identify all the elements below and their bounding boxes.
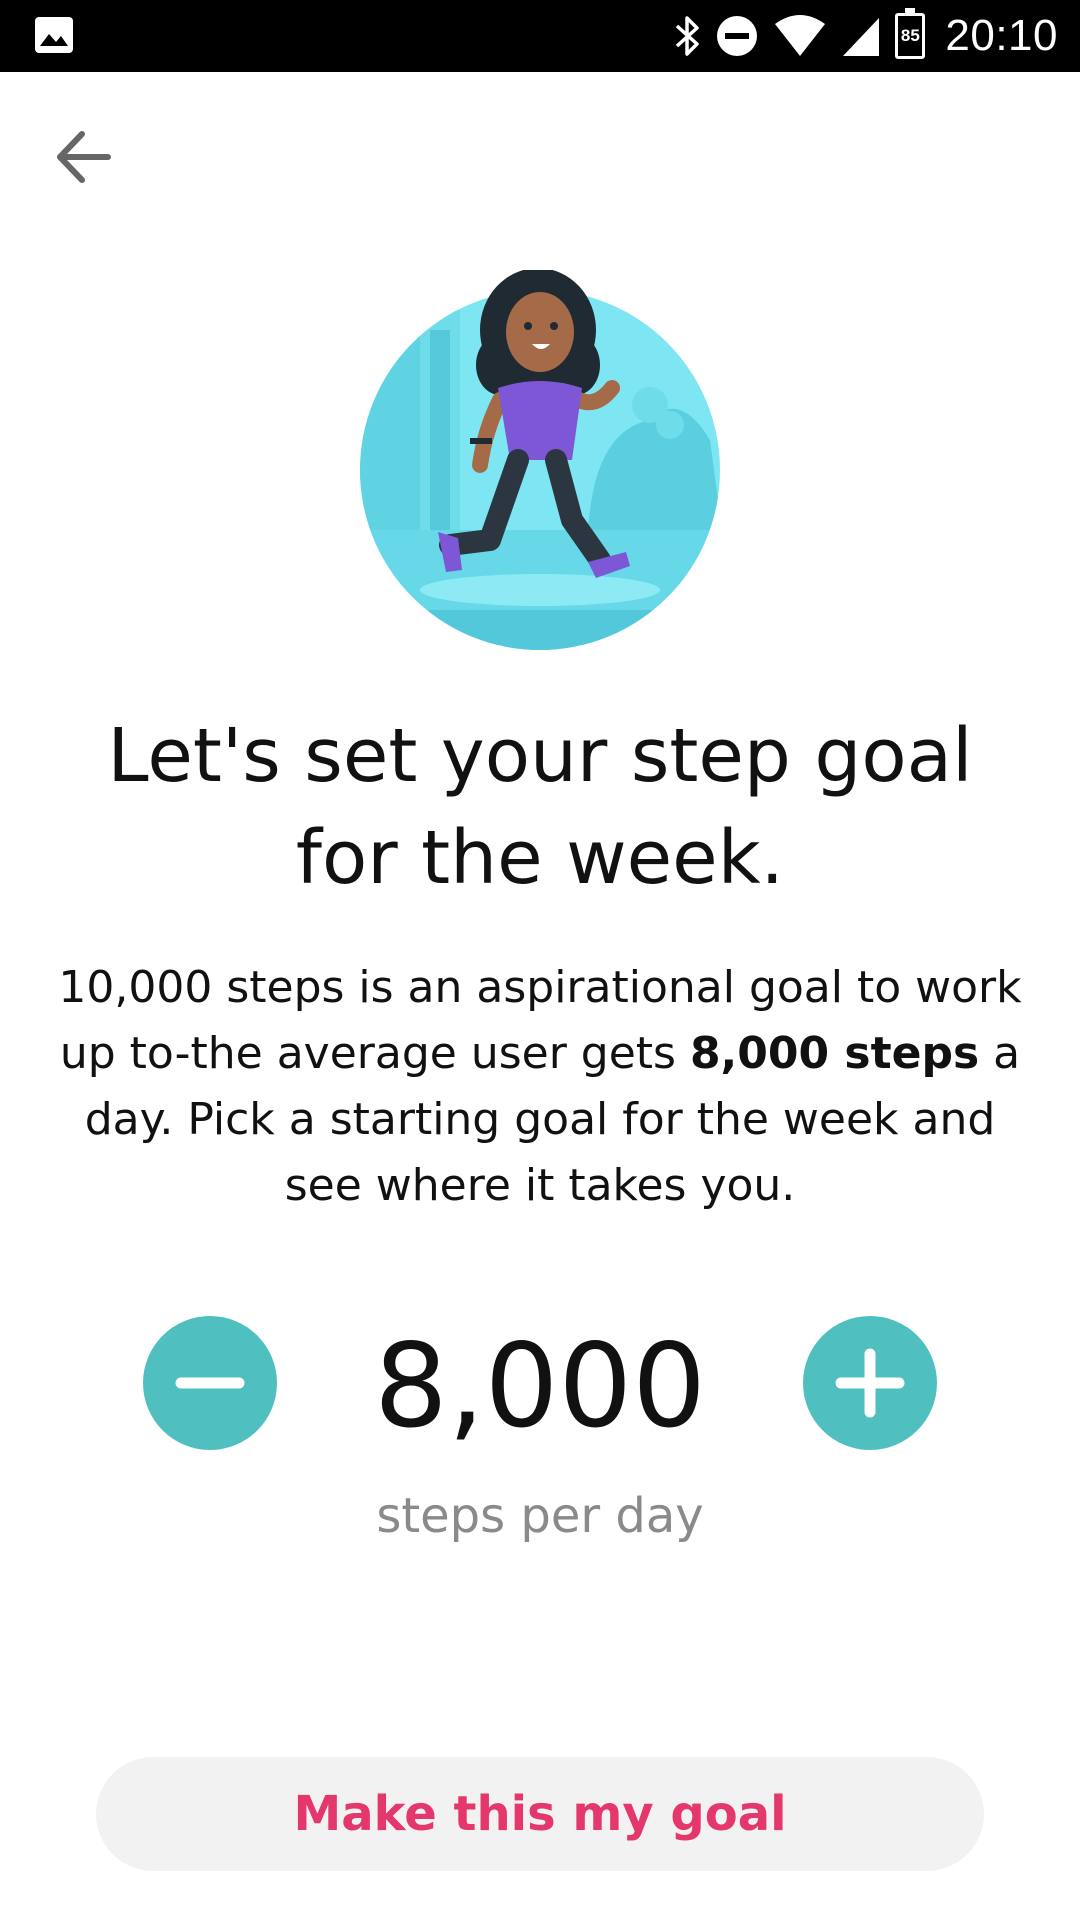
status-time: 20:10 [945,11,1058,60]
wifi-icon [775,15,826,56]
page-title: Let's set your step goal for the week. [60,705,1020,909]
signal-icon [843,18,880,56]
goal-description: 10,000 steps is an aspirational goal to … [50,955,1030,1219]
make-goal-button[interactable]: Make this my goal [96,1757,984,1871]
battery-icon: 85 [895,8,926,59]
do-not-disturb-icon [717,16,758,56]
battery-level: 85 [900,26,920,45]
status-icons: 85 20:10 [673,0,1058,72]
desc-bold-average: 8,000 steps [689,1028,980,1079]
decrease-steps-button[interactable] [143,1316,277,1450]
title-line-1: Let's set your step goal [107,713,973,799]
back-button[interactable] [52,128,116,188]
step-goal-value: 8,000 [373,1319,707,1454]
status-bar: 85 20:10 [0,0,1080,72]
bluetooth-icon [676,16,700,56]
image-icon [35,17,73,53]
arrow-left-icon [57,131,111,183]
increase-steps-button[interactable] [803,1316,937,1450]
walking-person-illustration [360,270,720,650]
plus-icon [835,1348,905,1418]
title-line-2: for the week. [295,815,785,901]
minus-icon [175,1377,245,1389]
step-goal-unit: steps per day [376,1488,704,1544]
